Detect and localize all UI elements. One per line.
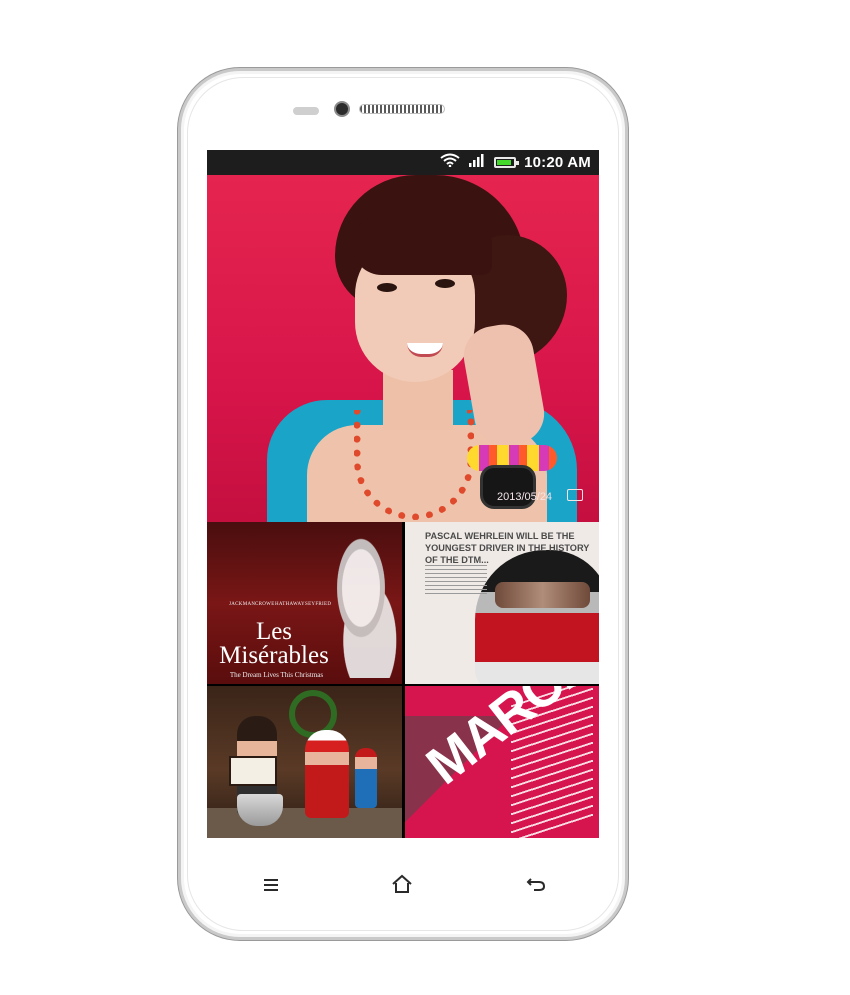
front-camera — [334, 101, 350, 117]
battery-level-fill — [497, 160, 512, 165]
hero-photo-tile[interactable]: 2013/05/24 — [207, 175, 599, 522]
gallery-icon — [567, 489, 583, 501]
tile-kitchen-photo[interactable] — [207, 686, 402, 838]
menu-icon — [263, 876, 279, 897]
tile-dtm-article[interactable]: PASCAL WEHRLEIN WILL BE THE YOUNGEST DRI… — [405, 522, 599, 684]
photo-eye-right — [435, 279, 455, 288]
wifi-icon — [440, 153, 460, 172]
les-title-line1: Les — [255, 618, 293, 645]
les-title-line2: Misérables — [219, 642, 329, 669]
les-cast-name: JACKMAN — [229, 602, 256, 607]
kitchen-child — [355, 748, 377, 808]
battery-icon — [494, 157, 520, 168]
signal-icon — [468, 153, 486, 172]
menu-button[interactable] — [259, 874, 283, 898]
dtm-body-text — [425, 565, 487, 595]
les-cast-name: SEYFRIED — [305, 602, 332, 607]
back-button[interactable] — [524, 874, 548, 898]
kitchen-girl-santa-hat — [305, 730, 349, 818]
les-miserables-tagline: The Dream Lives This Christmas — [229, 671, 324, 679]
status-bar: 10:20 AM — [207, 150, 599, 175]
photo-date: 2013/05/24 — [497, 491, 553, 503]
tile-les-miserables[interactable]: JACKMAN CROWE HATHAWAY SEYFRIED Les Misé… — [207, 522, 402, 684]
proximity-sensor — [293, 107, 319, 115]
dtm-helmet-photo — [475, 550, 599, 684]
phone-screen: 10:20 AM 2013/05/24 JACKMAN CROWE HATHAW… — [207, 150, 599, 838]
dtm-visor — [495, 582, 590, 608]
home-button[interactable] — [390, 874, 414, 898]
les-cast-name: HATHAWAY — [275, 602, 305, 607]
home-icon — [391, 874, 413, 899]
tile-march-magazine[interactable]: MARCH — [405, 686, 599, 838]
les-miserables-title: Les Misérables — [219, 618, 329, 669]
status-time: 10:20 AM — [524, 154, 591, 171]
photo-bangs — [352, 215, 492, 275]
kitchen-cookbook — [229, 756, 277, 786]
earpiece-speaker — [359, 104, 445, 114]
photo-eye-left — [377, 283, 397, 292]
back-icon — [526, 876, 546, 897]
les-cast-name: CROWE — [255, 602, 275, 607]
dtm-headline: PASCAL WEHRLEIN WILL BE THE YOUNGEST DRI… — [425, 531, 590, 565]
